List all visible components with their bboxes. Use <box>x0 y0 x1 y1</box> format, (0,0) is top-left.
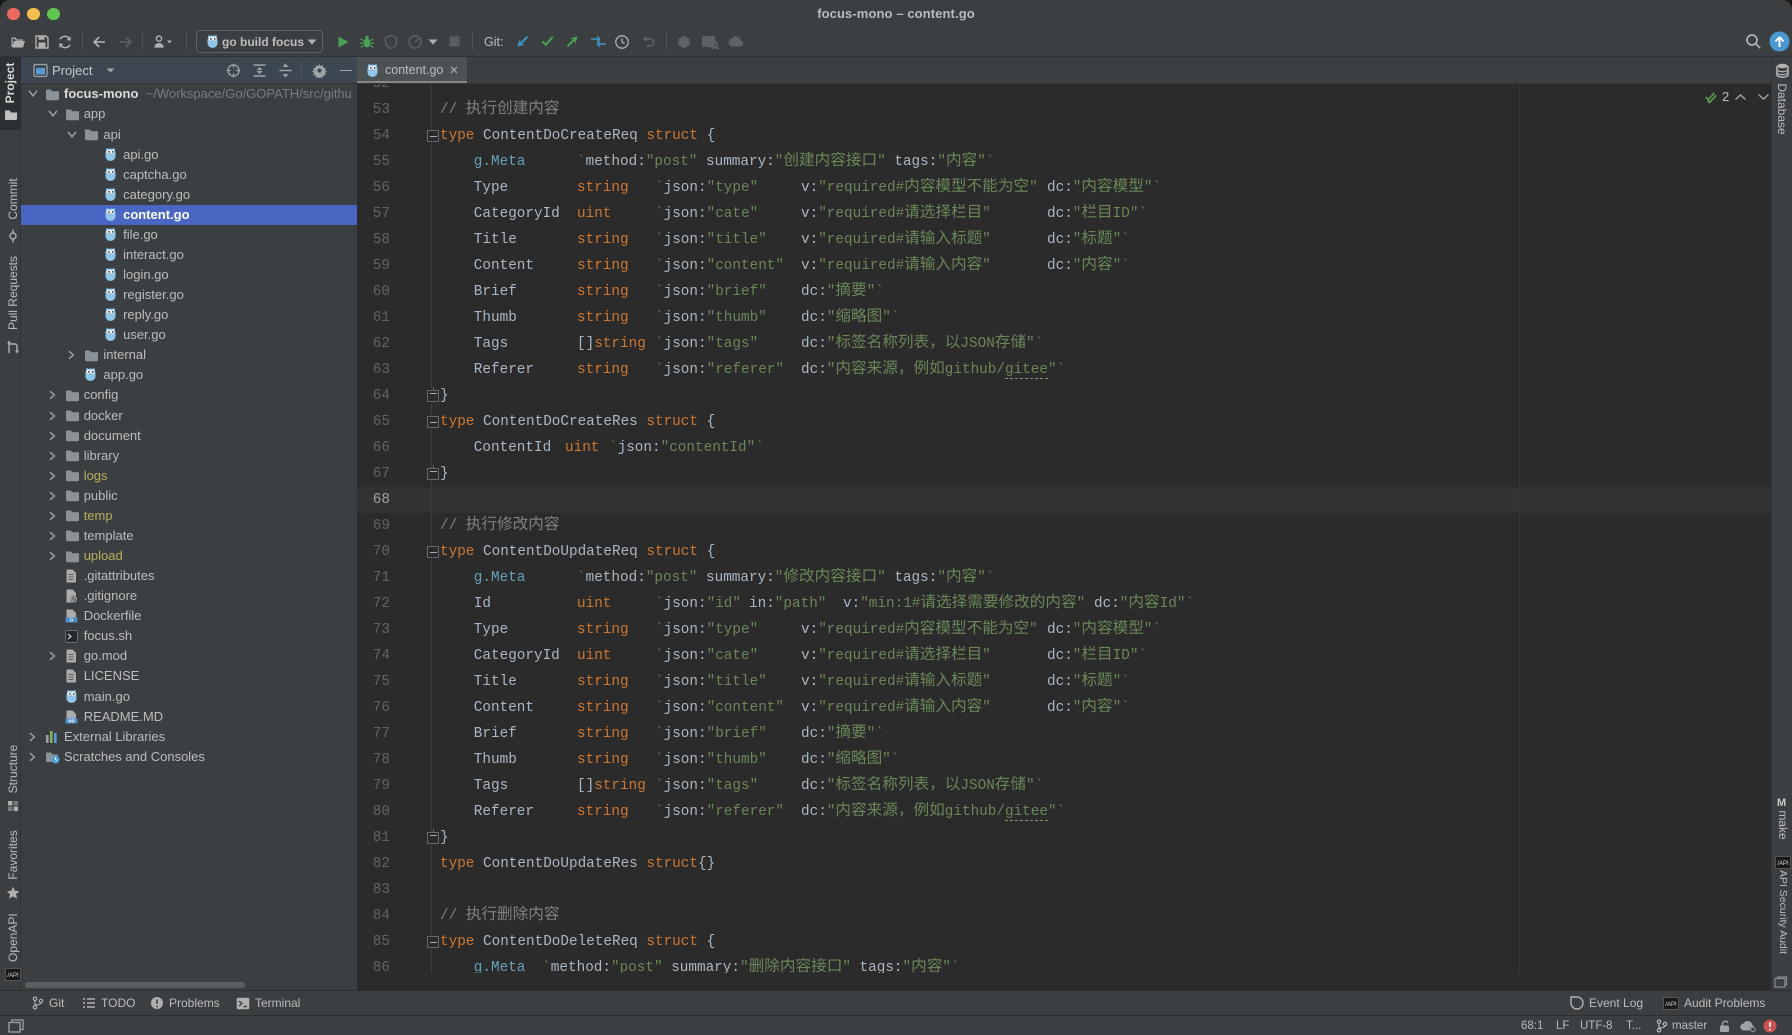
svg-text:/API: /API <box>1665 1002 1677 1008</box>
svg-text:/API: /API <box>1777 861 1789 867</box>
svg-text:MD: MD <box>68 718 75 723</box>
svg-text:/API: /API <box>7 973 19 979</box>
